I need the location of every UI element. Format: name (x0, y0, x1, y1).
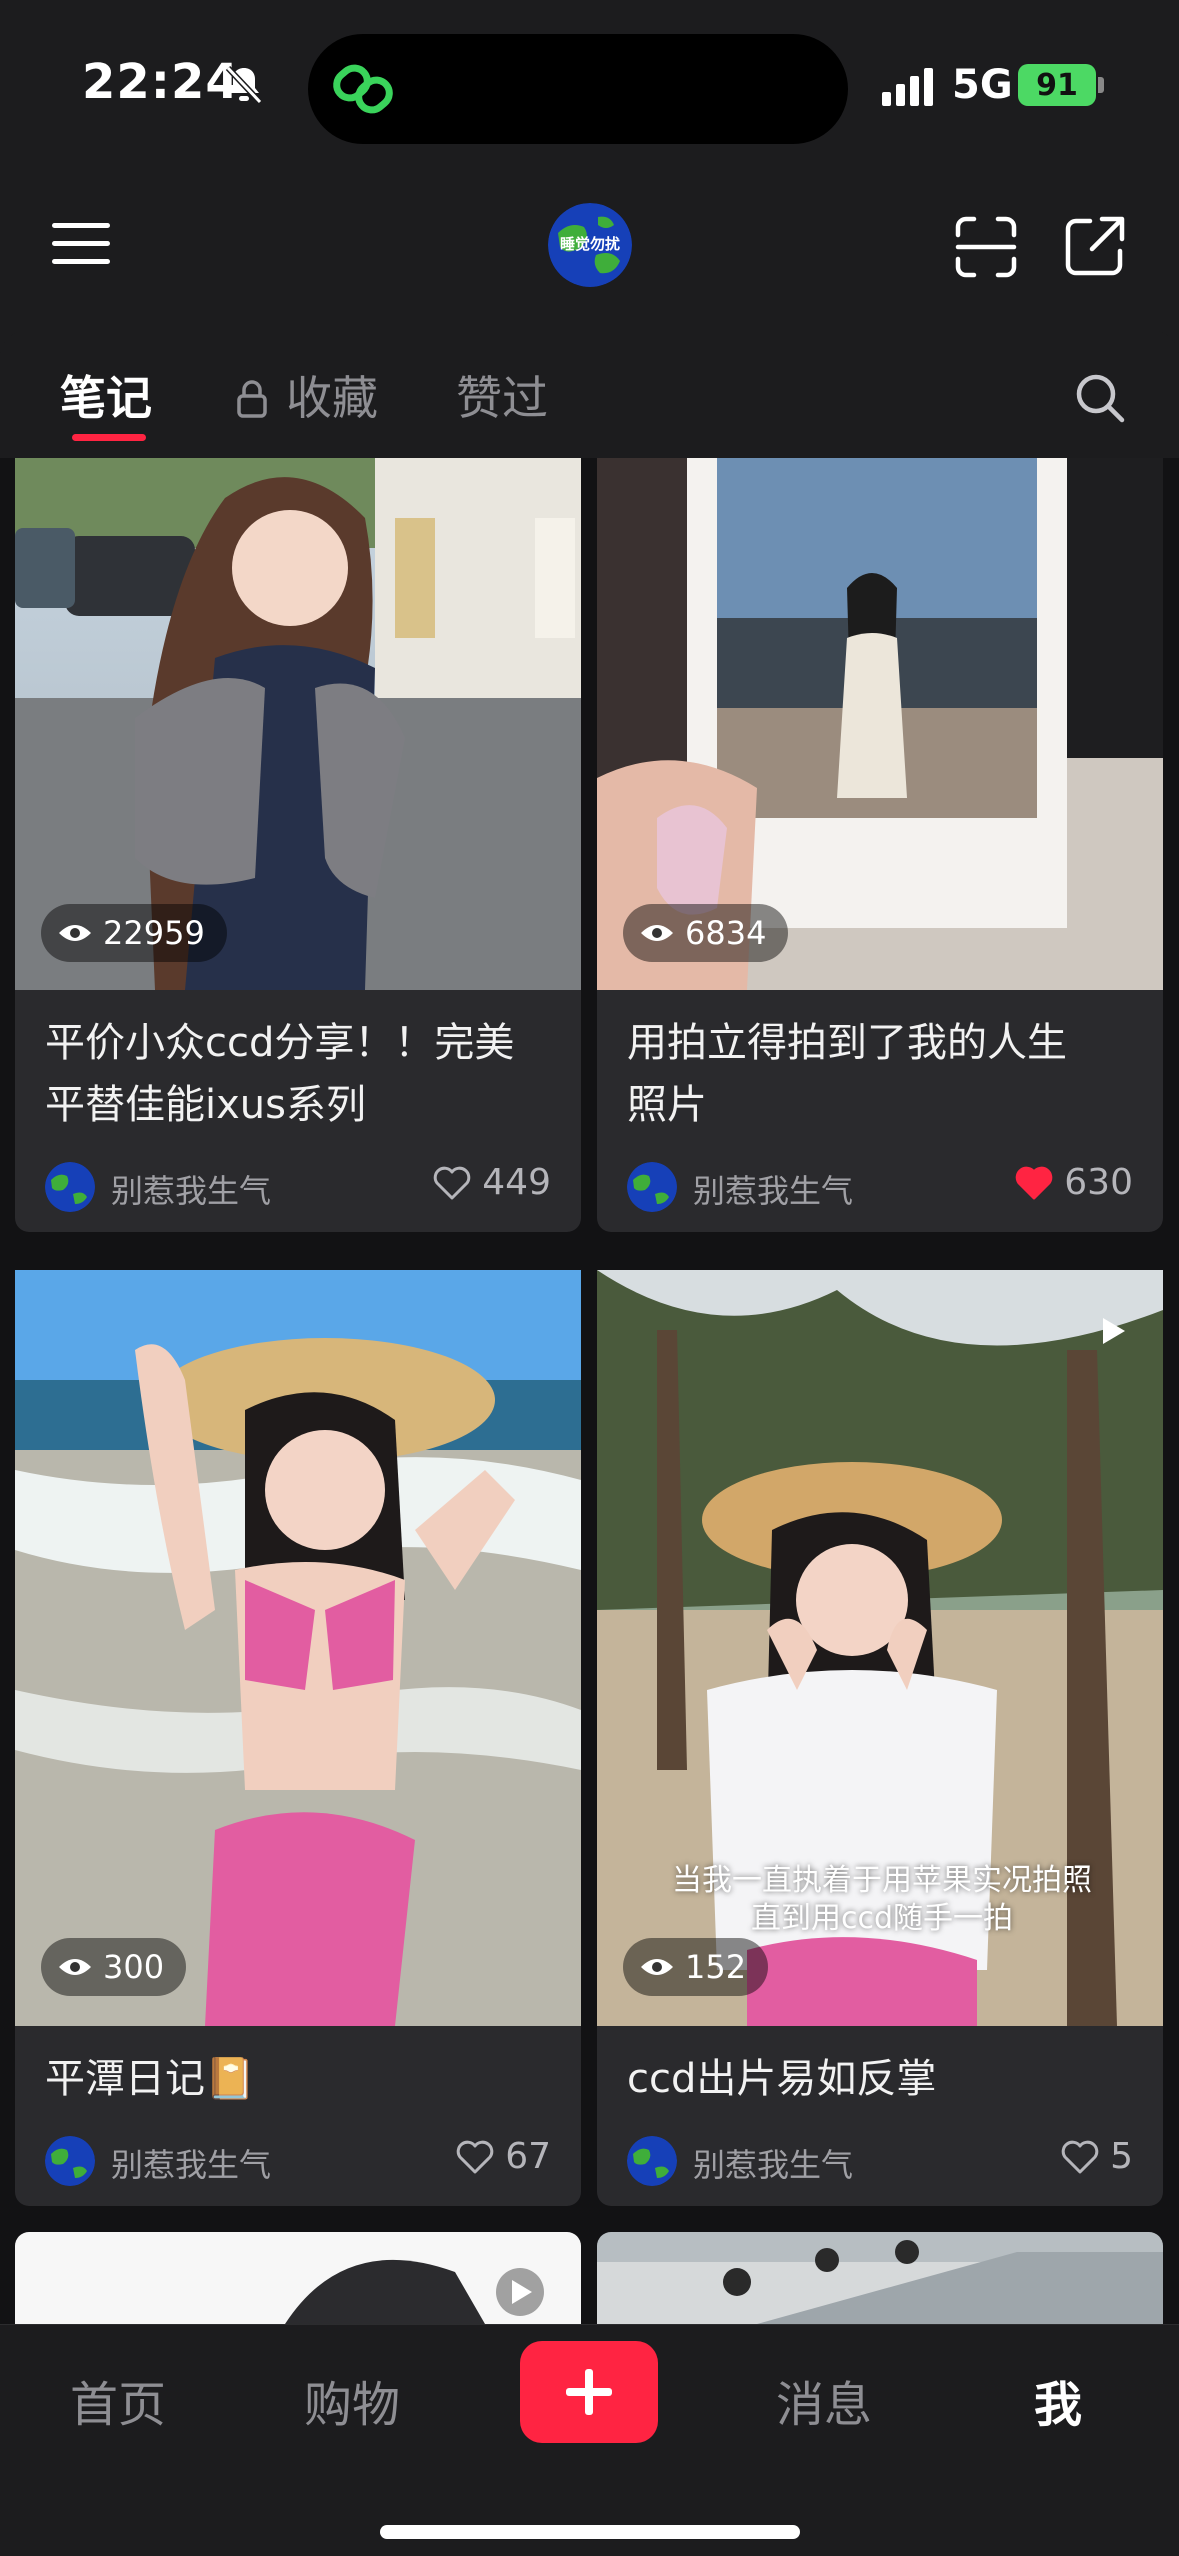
note-title-line: 平潭日记📔 (45, 2056, 255, 2102)
nav-messages[interactable]: 消息 (776, 2365, 872, 2435)
note-cover-image: 6834 (597, 458, 1163, 990)
profile-tabs: 笔记 收藏 赞过 (0, 330, 1179, 458)
avatar-text: 睡觉勿扰 (560, 235, 620, 253)
note-meta: 别惹我生气 630 (597, 1136, 1163, 1232)
note-title: 平价小众ccd分享！！完美 平替佳能ixus系列 (15, 990, 581, 1136)
eye-icon (59, 1959, 91, 1975)
note-card[interactable] (597, 2232, 1163, 2324)
note-title-line: 平替佳能ixus系列 (45, 1082, 366, 1128)
network-type: 5G (952, 62, 1013, 108)
tab-notes[interactable]: 笔记 (60, 362, 152, 428)
cover-caption-line: 直到用ccd随手一拍 (750, 1901, 1014, 1936)
home-indicator (380, 2525, 800, 2539)
tab-favorites[interactable]: 收藏 (286, 362, 378, 428)
author-avatar[interactable] (45, 1162, 95, 1212)
status-time: 22:24 (82, 54, 240, 110)
like-count: 449 (482, 1162, 551, 1203)
heart-outline-icon (456, 2140, 494, 2173)
like-count: 5 (1110, 2136, 1133, 2177)
note-cover-image: 300 (15, 1270, 581, 2026)
author-avatar[interactable] (627, 2136, 677, 2186)
eye-icon (59, 925, 91, 941)
heart-outline-icon (1061, 2140, 1099, 2173)
author-name[interactable]: 别惹我生气 (111, 1166, 271, 1212)
note-meta: 别惹我生气 5 (597, 2110, 1163, 2206)
note-title-line: 平价小众ccd分享！！完美 (45, 1020, 515, 1066)
like-button[interactable]: 630 (1014, 1162, 1133, 1203)
cover-caption: 当我一直执着于用苹果实况拍照 直到用ccd随手一拍 (637, 1862, 1127, 1938)
bell-off-icon (225, 65, 263, 105)
note-cover-image (597, 2232, 1163, 2324)
heart-filled-icon (1016, 1166, 1053, 1199)
note-card[interactable]: 22959 平价小众ccd分享！！完美 平替佳能ixus系列 别惹我生气 449 (15, 458, 581, 1232)
like-button[interactable]: 5 (1060, 2136, 1133, 2177)
eye-icon (641, 1959, 673, 1975)
view-count: 152 (685, 1948, 747, 1986)
profile-header: 睡觉勿扰 (0, 175, 1179, 325)
play-icon (1103, 1318, 1125, 1344)
note-card[interactable]: 当我一直执着于用苹果实况拍照 直到用ccd随手一拍 152 ccd出片易如反掌 … (597, 1270, 1163, 2206)
plus-icon (566, 2369, 612, 2415)
note-cover-image: 当我一直执着于用苹果实况拍照 直到用ccd随手一拍 152 (597, 1270, 1163, 2026)
note-cover-image (15, 2232, 581, 2324)
note-card[interactable]: 6834 用拍立得拍到了我的人生 照片 别惹我生气 630 (597, 458, 1163, 1232)
view-count-badge: 22959 (41, 904, 227, 962)
note-meta: 别惹我生气 67 (15, 2110, 581, 2206)
link-app-icon (333, 64, 393, 114)
note-title: 用拍立得拍到了我的人生 照片 (597, 990, 1163, 1136)
like-button[interactable]: 67 (455, 2136, 551, 2177)
author-name[interactable]: 别惹我生气 (693, 2140, 853, 2186)
eye-icon (641, 925, 673, 941)
view-count-badge: 300 (41, 1938, 187, 1996)
app-root: 22:24 5G 91 睡觉勿扰 笔记 收藏 赞过 22959 平价小众ccd分… (0, 0, 1179, 2556)
note-title: ccd出片易如反掌 (597, 2026, 1163, 2110)
battery-level: 91 (1036, 67, 1078, 103)
note-title-line: ccd出片易如反掌 (627, 2056, 937, 2102)
lock-icon (237, 380, 267, 418)
scan-icon[interactable] (954, 215, 1018, 279)
share-icon[interactable] (1062, 213, 1128, 279)
note-card[interactable] (15, 2232, 581, 2324)
notes-feed: 22959 平价小众ccd分享！！完美 平替佳能ixus系列 别惹我生气 449 (0, 458, 1179, 2324)
author-avatar[interactable] (45, 2136, 95, 2186)
heart-outline-icon (434, 1166, 471, 1199)
create-post-button[interactable] (520, 2341, 658, 2443)
nav-home[interactable]: 首页 (70, 2365, 166, 2435)
note-meta: 别惹我生气 449 (15, 1136, 581, 1232)
status-bar: 22:24 5G 91 (0, 0, 1179, 175)
profile-avatar[interactable]: 睡觉勿扰 (548, 203, 632, 287)
active-tab-indicator (72, 434, 146, 441)
note-card[interactable]: 300 平潭日记📔 别惹我生气 67 (15, 1270, 581, 2206)
author-name[interactable]: 别惹我生气 (111, 2140, 271, 2186)
cover-caption-line: 当我一直执着于用苹果实况拍照 (672, 1863, 1092, 1898)
menu-icon[interactable] (50, 219, 112, 269)
battery-cap (1098, 77, 1104, 93)
author-avatar[interactable] (627, 1162, 677, 1212)
signal-icon (882, 68, 933, 106)
bottom-tab-bar: 首页 购物 消息 我 (0, 2324, 1179, 2556)
tab-liked[interactable]: 赞过 (456, 362, 548, 428)
globe-avatar-image: 睡觉勿扰 (548, 203, 632, 287)
battery-indicator: 91 (1018, 64, 1096, 106)
like-count: 67 (505, 2136, 551, 2177)
search-icon[interactable] (1074, 372, 1126, 424)
note-title-line: 用拍立得拍到了我的人生 (627, 1020, 1067, 1066)
like-button[interactable]: 449 (432, 1162, 551, 1203)
view-count: 6834 (685, 914, 767, 952)
view-count: 22959 (103, 914, 205, 952)
note-title-line: 照片 (627, 1082, 707, 1128)
view-count-badge: 152 (623, 1938, 769, 1996)
note-cover-image: 22959 (15, 458, 581, 990)
author-name[interactable]: 别惹我生气 (693, 1166, 853, 1212)
note-title: 平潭日记📔 (15, 2026, 581, 2110)
like-count: 630 (1064, 1162, 1133, 1203)
view-count-badge: 6834 (623, 904, 789, 962)
nav-shopping[interactable]: 购物 (304, 2365, 400, 2435)
view-count: 300 (103, 1948, 165, 1986)
nav-me[interactable]: 我 (1034, 2365, 1082, 2435)
dynamic-island (308, 34, 848, 144)
